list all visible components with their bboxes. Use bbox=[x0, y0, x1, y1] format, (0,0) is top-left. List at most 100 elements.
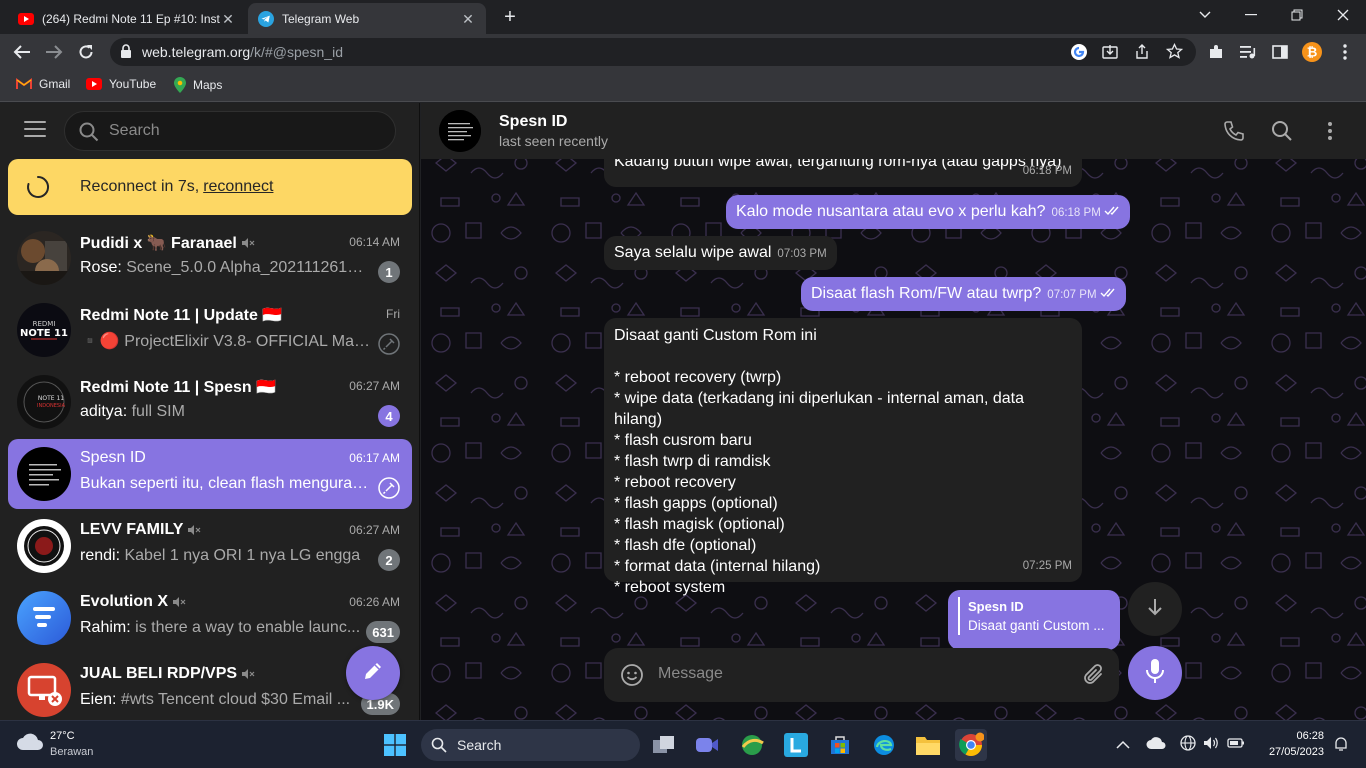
arrow-down-icon bbox=[1145, 597, 1165, 622]
chat-item-spesn-id[interactable]: Spesn ID 06:17 AM Bukan seperti itu, cle… bbox=[8, 439, 412, 509]
hamburger-menu-icon[interactable] bbox=[24, 121, 46, 141]
bookmark-youtube[interactable]: YouTube bbox=[86, 77, 156, 91]
edge-icon[interactable] bbox=[868, 729, 900, 761]
avatar[interactable] bbox=[439, 110, 481, 152]
bookmark-maps[interactable]: Maps bbox=[174, 77, 222, 93]
chat-time: Fri bbox=[386, 307, 400, 321]
lock-icon[interactable] bbox=[120, 44, 132, 62]
side-panel-icon[interactable] bbox=[1269, 41, 1291, 63]
reply-quote[interactable]: Spesn ID Disaat ganti Custom ... bbox=[958, 597, 1110, 635]
google-icon[interactable] bbox=[1070, 43, 1088, 64]
bookmark-gmail[interactable]: Gmail bbox=[16, 77, 70, 91]
chat-time: 06:26 AM bbox=[349, 595, 400, 609]
task-view-icon[interactable] bbox=[648, 729, 680, 761]
address-bar[interactable]: web.telegram.org/k/#@spesn_id bbox=[110, 38, 1196, 66]
close-tab-icon[interactable]: ✕ bbox=[220, 11, 236, 27]
weather-cloud-icon[interactable] bbox=[16, 732, 44, 757]
phone-call-icon[interactable] bbox=[1222, 119, 1246, 143]
attach-paperclip-icon[interactable] bbox=[1083, 663, 1105, 692]
voice-record-button[interactable] bbox=[1128, 646, 1182, 700]
reconnect-link[interactable]: reconnect bbox=[203, 178, 273, 195]
weather-temp: 27°C bbox=[50, 730, 75, 742]
chat-list-sidebar: Search Reconnect in 7s, reconnect Pudidi … bbox=[0, 103, 420, 720]
restore-button[interactable] bbox=[1274, 4, 1320, 26]
reply-text: Disaat ganti Custom ... bbox=[968, 618, 1105, 633]
message-outgoing-reply[interactable]: Spesn ID Disaat ganti Custom ... bbox=[948, 590, 1120, 650]
chat-name: Redmi Note 11 | Update 🇮🇩 bbox=[80, 307, 283, 324]
new-message-button[interactable] bbox=[346, 646, 400, 700]
clock-date[interactable]: 27/05/2023 bbox=[1254, 746, 1324, 758]
sidebar-header: Search bbox=[0, 103, 420, 159]
share-icon[interactable] bbox=[1134, 44, 1150, 63]
media-queue-icon[interactable] bbox=[1237, 41, 1259, 63]
chat-item-redmi-update[interactable]: REDMI NOTE 11 Redmi Note 11 | Update 🇮🇩 F… bbox=[8, 295, 412, 365]
chat-item-pudidi[interactable]: Pudidi x 🐂 Faranael 06:14 AM Rose: Scene… bbox=[8, 223, 412, 293]
notification-bell-icon[interactable] bbox=[1334, 736, 1348, 757]
message-input-placeholder[interactable]: Message bbox=[658, 665, 723, 683]
scroll-to-bottom-button[interactable] bbox=[1128, 582, 1182, 636]
chat-item-evolution-x[interactable]: Evolution X 06:26 AM Rahim: is there a w… bbox=[8, 583, 412, 653]
chat-sender: Eien: bbox=[80, 691, 117, 708]
message-line-blank bbox=[614, 346, 1072, 367]
extensions-puzzle-icon[interactable] bbox=[1205, 41, 1227, 63]
chat-item-levv-family[interactable]: LEVV FAMILY 06:27 AM rendi: Kabel 1 nya … bbox=[8, 511, 412, 581]
message-text: Saya selalu wipe awal bbox=[614, 244, 772, 261]
chat-item-redmi-spesn[interactable]: NOTE 11 INDONESIA Redmi Note 11 | Spesn 🇮… bbox=[8, 367, 412, 437]
search-icon[interactable] bbox=[1270, 119, 1294, 143]
chat-preview: Scene_5.0.0 Alpha_202111261_r... bbox=[126, 259, 372, 276]
message-time: 07:07 PM bbox=[1047, 289, 1097, 301]
more-menu-icon[interactable] bbox=[1334, 41, 1356, 63]
emoji-icon[interactable] bbox=[620, 663, 644, 692]
search-placeholder: Search bbox=[109, 122, 160, 139]
speaker-volume-icon[interactable] bbox=[1203, 735, 1219, 756]
reconnect-banner: Reconnect in 7s, reconnect bbox=[8, 159, 412, 215]
avatar bbox=[17, 447, 71, 501]
battery-icon[interactable] bbox=[1227, 736, 1245, 754]
chrome-taskbar-icon[interactable] bbox=[955, 729, 987, 761]
message-line: * flash dfe (optional) bbox=[614, 537, 757, 554]
language-globe-icon[interactable] bbox=[1180, 735, 1196, 756]
forward-arrow-icon[interactable] bbox=[43, 41, 65, 63]
bookmark-star-icon[interactable] bbox=[1165, 42, 1184, 63]
clock-time[interactable]: 06:28 bbox=[1264, 730, 1324, 742]
new-tab-button[interactable]: + bbox=[500, 6, 520, 28]
bitcoin-extension-icon[interactable]: ₿ bbox=[1301, 41, 1323, 63]
chat-header[interactable]: Spesn ID last seen recently bbox=[421, 103, 1366, 159]
file-explorer-icon[interactable] bbox=[912, 729, 944, 761]
message-incoming-instructions[interactable]: Disaat ganti Custom Rom ini * reboot rec… bbox=[604, 318, 1082, 596]
chat-preview: Kabel 1 nya ORI 1 nya LG engga bbox=[124, 547, 361, 564]
minimize-button[interactable] bbox=[1228, 4, 1274, 26]
message-incoming[interactable]: Saya selalu wipe awal 07:03 PM bbox=[604, 236, 837, 270]
browser-tab-telegram[interactable]: Telegram Web ✕ bbox=[248, 3, 486, 34]
close-tab-icon[interactable]: ✕ bbox=[460, 11, 476, 27]
message-outgoing[interactable]: Disaat flash Rom/FW atau twrp? 07:07 PM bbox=[801, 277, 1126, 311]
search-input[interactable]: Search bbox=[64, 111, 396, 151]
message-line: * reboot recovery (twrp) bbox=[614, 369, 782, 386]
windows-start-icon[interactable] bbox=[379, 729, 411, 761]
browser-globe-icon[interactable] bbox=[736, 729, 768, 761]
chevron-up-icon[interactable] bbox=[1116, 737, 1130, 755]
double-check-icon bbox=[1100, 283, 1116, 304]
install-app-icon[interactable] bbox=[1102, 44, 1118, 63]
browser-tab-youtube[interactable]: (264) Redmi Note 11 Ep #10: Inst ✕ bbox=[8, 3, 246, 34]
more-vertical-icon[interactable] bbox=[1318, 119, 1342, 143]
close-window-button[interactable] bbox=[1320, 4, 1366, 26]
pencil-icon bbox=[362, 660, 384, 687]
message-outgoing[interactable]: Kalo mode nusantara atau evo x perlu kah… bbox=[726, 195, 1130, 229]
back-arrow-icon[interactable] bbox=[11, 41, 33, 63]
message-line: * flash cusrom baru bbox=[614, 432, 752, 449]
onedrive-cloud-icon[interactable] bbox=[1146, 736, 1166, 755]
l-app-icon[interactable] bbox=[780, 729, 812, 761]
muted-icon bbox=[241, 237, 255, 249]
taskbar-search[interactable]: Search bbox=[421, 729, 640, 761]
teams-meet-icon[interactable] bbox=[691, 729, 723, 761]
message-composer[interactable]: Message bbox=[604, 648, 1119, 702]
taskbar-search-label: Search bbox=[457, 737, 502, 753]
unread-badge: 1 bbox=[378, 261, 400, 283]
message-time: 06:18 PM bbox=[1022, 165, 1072, 177]
tab-search-icon[interactable] bbox=[1182, 4, 1228, 26]
reload-icon[interactable] bbox=[75, 41, 97, 63]
chat-preview: #wts Tencent cloud $30 Email ... bbox=[120, 691, 351, 708]
chat-preview: is there a way to enable launc... bbox=[135, 619, 361, 636]
microsoft-store-icon[interactable] bbox=[824, 729, 856, 761]
